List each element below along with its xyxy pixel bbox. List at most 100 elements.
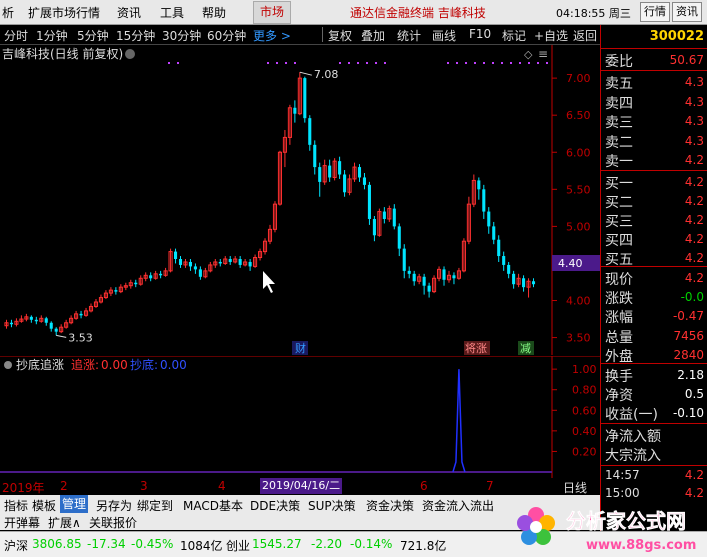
date-selected[interactable]: 2019/04/16/二	[260, 478, 343, 494]
buy-level-value: 4.2	[684, 194, 704, 208]
buy-level-label: 买三	[605, 214, 633, 230]
tab-save-as[interactable]: 另存为	[96, 497, 132, 514]
period-tab-60min[interactable]: 60分钟	[207, 27, 246, 44]
indicator-tick-label: 1.00	[572, 363, 597, 376]
market-button[interactable]: 市场	[253, 1, 291, 24]
sh-index-name[interactable]: 沪深	[4, 537, 28, 554]
sell-level-label: 卖一	[605, 154, 633, 170]
candle-body	[502, 256, 506, 265]
related-quote-button[interactable]: 关联报价	[89, 514, 137, 531]
expand-button[interactable]: 扩展∧	[48, 514, 81, 531]
tab-fund-flow[interactable]: 资金流入流出	[422, 497, 494, 514]
quote-stat2-value: 2.18	[677, 368, 704, 382]
candle-body	[492, 226, 496, 240]
indicator-tick-label: 0.80	[572, 384, 597, 397]
watermark-url: www.88gs.com	[586, 538, 696, 553]
tab-manage[interactable]: 管理	[60, 495, 89, 513]
indicator-menu-icon[interactable]	[4, 361, 12, 369]
tab-indicator[interactable]: 指标	[4, 497, 28, 514]
candle-body	[34, 319, 38, 322]
sell-level-label: 卖二	[605, 134, 633, 151]
indicator-panel[interactable]: 1.00 0.80 0.60 0.40 0.20 抄底追涨 追涨: 0.00 抄底: 0…	[0, 356, 600, 478]
y-tick-label: 5.50	[566, 183, 591, 196]
tab-dde[interactable]: DDE决策	[250, 497, 300, 514]
candle-body	[357, 167, 362, 178]
reduce-marker-label: 减	[520, 342, 531, 355]
signal-dot	[537, 62, 539, 64]
options-icon[interactable]: ≡	[538, 47, 548, 61]
tab-template[interactable]: 模板	[32, 497, 56, 514]
candle-body	[173, 251, 178, 260]
tab-macd[interactable]: MACD基本	[183, 497, 243, 514]
tab-fund[interactable]: 资金决策	[366, 497, 414, 514]
candle-body	[497, 239, 501, 257]
clock: 04:18:55 周三	[556, 7, 631, 20]
menu-item-ext-market[interactable]: 扩展市场行情	[28, 4, 100, 21]
candle-body	[248, 261, 252, 267]
buy-level-value: 4.2	[684, 251, 704, 265]
overlay-button[interactable]: 叠加	[361, 27, 385, 44]
f10-button[interactable]: F10	[469, 27, 491, 41]
period-tab-5min[interactable]: 5分钟	[77, 27, 109, 44]
date-m6: 6	[420, 479, 428, 493]
sell-level-value: 4.3	[684, 133, 704, 148]
adjust-button[interactable]: 复权	[328, 27, 352, 44]
draw-button[interactable]: 画线	[432, 27, 456, 44]
menu-item-news[interactable]: 资讯	[117, 4, 141, 21]
quote-stat-value: 2840	[673, 347, 704, 362]
sell-level-label: 卖五	[605, 76, 633, 92]
date-m3: 3	[140, 479, 148, 493]
signal-dot	[357, 62, 359, 64]
candle-body	[512, 273, 516, 285]
danmaku-button[interactable]: 开弹幕	[4, 514, 40, 531]
kline-chart[interactable]: 7.006.506.005.505.004.504.003.50 吉峰科技(日线…	[0, 45, 600, 355]
period-tab-1min[interactable]: 1分钟	[36, 27, 68, 44]
tick-price: 4.2	[684, 468, 704, 482]
candle-body	[308, 118, 312, 145]
period-day-label: 日线	[563, 481, 588, 495]
candle-body	[522, 278, 526, 288]
tick-time: 14:57	[605, 468, 640, 482]
candle-body	[412, 273, 416, 282]
cy-index-change: -2.20	[311, 537, 343, 551]
candle-body	[442, 269, 446, 280]
menu-item-tools[interactable]: 工具	[160, 4, 184, 21]
cy-index-pct: -0.14%	[350, 537, 393, 551]
cy-index-value: 1545.27	[252, 537, 302, 551]
back-button[interactable]: 返回	[573, 27, 597, 44]
menu-item-help[interactable]: 帮助	[202, 4, 226, 21]
candle-body	[487, 211, 491, 227]
indicator-tick-label: 0.40	[572, 425, 597, 438]
stats-button[interactable]: 统计	[397, 27, 421, 44]
info-button[interactable]: 资讯	[672, 2, 702, 22]
candle-body	[9, 322, 13, 325]
candle-body	[54, 328, 58, 332]
signal-dot	[177, 62, 179, 64]
signal-dot	[447, 62, 449, 64]
sh-index-pct: -0.45%	[131, 537, 174, 551]
menu-item-analysis[interactable]: 析	[2, 4, 14, 21]
y-tick-label: 6.50	[566, 109, 591, 122]
mark-button[interactable]: 标记	[502, 27, 526, 44]
cy-index-name[interactable]: 创业	[226, 537, 250, 554]
buy-level-value: 4.2	[684, 175, 704, 189]
candle-body	[372, 218, 376, 236]
period-tab-15min[interactable]: 15分钟	[116, 27, 155, 44]
signal-dot	[375, 62, 377, 64]
signal-dot	[465, 62, 467, 64]
candle-body	[343, 174, 347, 193]
period-tab-30min[interactable]: 30分钟	[162, 27, 201, 44]
sell-level-value: 4.3	[684, 94, 704, 109]
dropdown-icon[interactable]	[125, 49, 135, 59]
tab-bind[interactable]: 绑定到	[137, 497, 173, 514]
tab-sup[interactable]: SUP决策	[308, 497, 356, 514]
buy-level-label: 买一	[605, 176, 633, 192]
add-watchlist-button[interactable]: +自选	[534, 27, 568, 44]
period-tab-intraday[interactable]: 分时	[4, 27, 28, 44]
candle-body	[402, 248, 406, 271]
quote-button[interactable]: 行情	[640, 2, 670, 22]
candle-body	[318, 167, 322, 182]
candle-body	[188, 261, 192, 267]
more-periods-button[interactable]: 更多 >	[253, 27, 291, 44]
candle-body	[452, 275, 456, 279]
